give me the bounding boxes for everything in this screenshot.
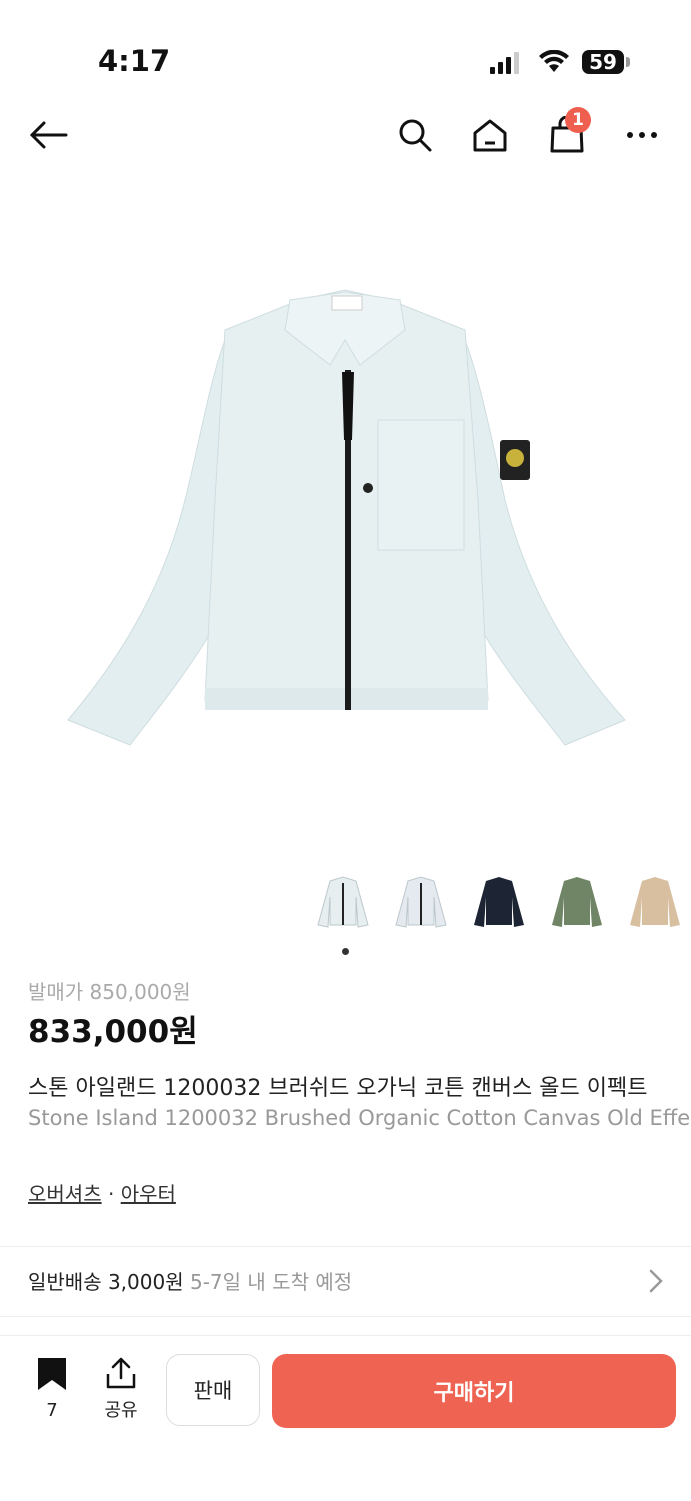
thumbnail-4[interactable] xyxy=(544,870,610,936)
shipping-eta: 5-7일 내 도착 예정 xyxy=(189,1270,353,1294)
divider xyxy=(0,1246,691,1247)
battery-icon: 59 xyxy=(582,50,624,74)
product-name-english: Stone Island 1200032 Brushed Organic Cot… xyxy=(28,1106,691,1130)
top-nav: 1 xyxy=(0,107,691,160)
image-page-indicator xyxy=(342,948,349,955)
back-arrow-icon[interactable] xyxy=(26,110,70,160)
home-icon[interactable] xyxy=(468,110,512,160)
category-link-outer[interactable]: 아우터 xyxy=(121,1182,176,1206)
chevron-right-icon[interactable] xyxy=(646,1268,666,1294)
status-bar: 4:17 59 xyxy=(0,0,691,110)
signal-icon xyxy=(490,52,519,74)
thumbnail-2[interactable] xyxy=(388,870,454,936)
share-icon xyxy=(106,1357,136,1389)
shipping-main: 일반배송 3,000원 xyxy=(28,1270,184,1294)
share-label: 공유 xyxy=(104,1400,138,1421)
buy-button[interactable]: 구매하기 xyxy=(272,1354,676,1428)
thumbnail-3[interactable] xyxy=(466,870,532,936)
category-link-overshirt[interactable]: 오버셔츠 xyxy=(28,1182,102,1206)
thumbnail-5[interactable] xyxy=(622,870,688,936)
product-name-korean: 스톤 아일랜드 1200032 브러쉬드 오가닉 코튼 캔버스 올드 이펙트 xyxy=(28,1076,648,1101)
category-breadcrumb: 오버셔츠 · 아우터 xyxy=(28,1178,176,1207)
divider xyxy=(0,1316,691,1317)
share-button[interactable]: 공유 xyxy=(96,1356,146,1421)
sell-button[interactable]: 판매 xyxy=(166,1354,260,1426)
bookmark-count: 7 xyxy=(46,1400,58,1421)
wifi-icon xyxy=(539,50,569,72)
status-time: 4:17 xyxy=(98,44,171,78)
bookmark-icon xyxy=(38,1358,66,1390)
category-separator: · xyxy=(101,1182,121,1206)
search-icon[interactable] xyxy=(393,110,437,160)
shopping-bag-icon[interactable]: 1 xyxy=(545,107,591,160)
current-price: 833,000원 xyxy=(28,1014,198,1050)
thumbnail-1[interactable] xyxy=(310,870,376,936)
original-price: 발매가 850,000원 xyxy=(28,980,191,1004)
shipping-info[interactable]: 일반배송 3,000원 5-7일 내 도착 예정 xyxy=(28,1266,352,1295)
cart-count-badge: 1 xyxy=(565,107,591,133)
more-icon[interactable] xyxy=(620,110,664,160)
thumbnail-strip xyxy=(310,870,691,940)
battery-tip xyxy=(626,57,630,67)
bookmark-button[interactable]: 7 xyxy=(30,1356,74,1421)
product-image[interactable] xyxy=(0,200,691,860)
bottom-action-bar: 7 공유 판매 구매하기 xyxy=(0,1335,691,1501)
